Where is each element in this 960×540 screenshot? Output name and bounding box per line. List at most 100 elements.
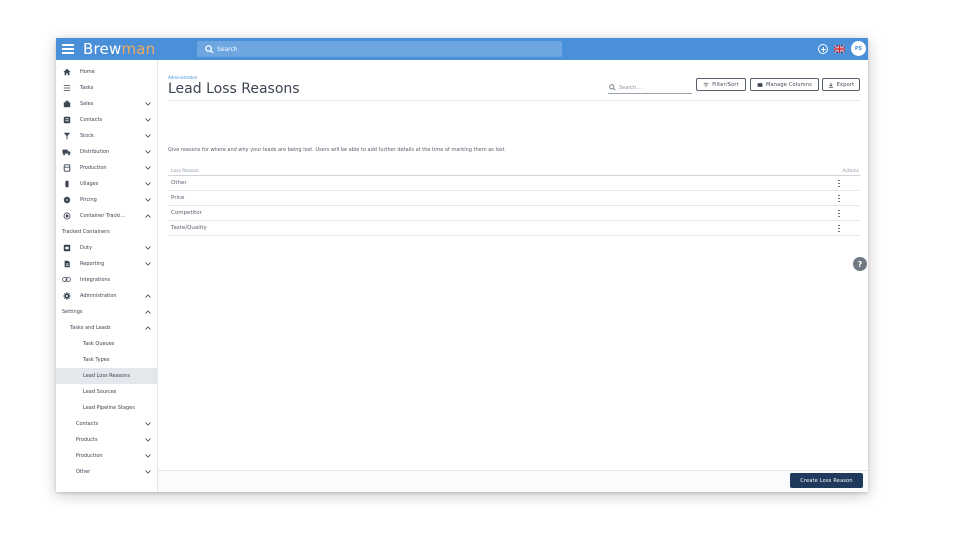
sidebar-item-administration[interactable]: Administration	[56, 288, 157, 304]
manage-columns-label: Manage Columns	[765, 81, 812, 88]
chevron-down-icon	[145, 117, 151, 122]
filter-icon	[703, 82, 709, 87]
sidebar-item-label: Other	[76, 468, 91, 475]
create-loss-reason-button[interactable]: Create Loss Reason	[790, 473, 863, 488]
manage-columns-button[interactable]: Manage Columns	[750, 78, 819, 91]
loss-reasons-table: Loss Reason Actions Other Price Competit…	[168, 166, 860, 236]
table-header: Loss Reason Actions	[168, 166, 860, 176]
truck-icon	[62, 147, 71, 156]
sidebar: Home Tasks Sales Contacts Stock Distribu…	[56, 60, 158, 492]
global-search-input[interactable]	[217, 45, 517, 53]
sidebar-item-settings[interactable]: Settings	[56, 304, 157, 320]
sidebar-item-lead-sources[interactable]: Lead Sources	[56, 384, 157, 400]
sidebar-item-label: Distribution	[80, 148, 110, 155]
help-icon[interactable]: ?	[853, 257, 867, 271]
sidebar-item-stock[interactable]: Stock	[56, 128, 157, 144]
sidebar-item-label: Lead Loss Reasons	[83, 372, 130, 379]
sidebar-item-settings-products[interactable]: Products	[56, 432, 157, 448]
table-search-input[interactable]	[619, 84, 689, 91]
sidebar-item-settings-other[interactable]: Other	[56, 464, 157, 480]
app-window: Brewman PS Home Tasks Sales	[56, 38, 868, 492]
sidebar-item-label: Tasks and Leads	[70, 324, 111, 331]
sidebar-item-tasks[interactable]: Tasks	[56, 80, 157, 96]
sidebar-item-home[interactable]: Home	[56, 64, 157, 80]
chevron-down-icon	[145, 165, 151, 170]
sidebar-item-container-tracking[interactable]: Container Tracki...	[56, 208, 157, 224]
contacts-icon	[62, 115, 71, 124]
loss-reason-cell: Other	[171, 180, 187, 186]
sidebar-item-label: Production	[80, 164, 107, 171]
sidebar-item-sales[interactable]: Sales	[56, 96, 157, 112]
sidebar-item-label: Lead Pipeline Stages	[83, 404, 135, 411]
sidebar-item-task-types[interactable]: Task Types	[56, 352, 157, 368]
sidebar-item-label: Products	[76, 436, 98, 443]
ullages-icon	[62, 179, 71, 188]
export-button[interactable]: Export	[822, 78, 860, 91]
table-row[interactable]: Price	[168, 191, 860, 206]
table-search[interactable]	[608, 82, 692, 94]
chevron-down-icon	[145, 421, 151, 426]
sidebar-item-pricing[interactable]: Pricing	[56, 192, 157, 208]
sidebar-item-label: Settings	[62, 308, 83, 315]
title-divider	[168, 100, 860, 101]
kebab-menu-icon[interactable]	[837, 224, 841, 233]
add-circle-icon[interactable]	[818, 44, 828, 54]
sidebar-item-lead-loss-reasons[interactable]: Lead Loss Reasons	[56, 368, 157, 384]
home-icon	[62, 67, 71, 76]
chevron-down-icon	[145, 245, 151, 250]
sidebar-item-contacts[interactable]: Contacts	[56, 112, 157, 128]
page-title: Lead Loss Reasons	[168, 81, 300, 97]
sidebar-item-label: Tracked Containers	[62, 228, 110, 235]
sidebar-item-production[interactable]: Production	[56, 160, 157, 176]
footer-bar	[158, 470, 868, 492]
kebab-menu-icon[interactable]	[837, 209, 841, 218]
column-header-loss-reason[interactable]: Loss Reason	[171, 169, 199, 174]
filter-sort-button[interactable]: Filter/Sort	[696, 78, 746, 91]
sidebar-item-task-queues[interactable]: Task Queues	[56, 336, 157, 352]
kebab-menu-icon[interactable]	[837, 179, 841, 188]
table-row[interactable]: Taste/Quality	[168, 221, 860, 236]
sidebar-item-reporting[interactable]: Reporting	[56, 256, 157, 272]
chevron-down-icon	[145, 437, 151, 442]
sidebar-item-label: Lead Sources	[83, 388, 117, 395]
sidebar-item-settings-production[interactable]: Production	[56, 448, 157, 464]
sidebar-item-duty[interactable]: Duty	[56, 240, 157, 256]
sidebar-item-integrations[interactable]: Integrations	[56, 272, 157, 288]
sidebar-item-tracked-containers[interactable]: Tracked Containers	[56, 224, 157, 240]
sidebar-item-label: Stock	[80, 132, 94, 139]
top-bar: Brewman PS	[56, 38, 868, 60]
global-search[interactable]	[197, 41, 562, 57]
download-icon	[828, 82, 833, 88]
sidebar-item-ullages[interactable]: Ullages	[56, 176, 157, 192]
sidebar-item-label: Sales	[80, 100, 94, 107]
sidebar-item-label: Contacts	[80, 116, 103, 123]
main-content: Administration Lead Loss Reasons Filter/…	[158, 60, 868, 492]
breadcrumb[interactable]: Administration	[168, 75, 197, 80]
table-row[interactable]: Other	[168, 176, 860, 191]
chevron-down-icon	[145, 149, 151, 154]
sales-icon	[62, 99, 71, 108]
table-row[interactable]: Competitor	[168, 206, 860, 221]
uk-flag-icon[interactable]	[834, 45, 845, 53]
reporting-icon	[62, 259, 71, 268]
search-icon	[609, 84, 616, 91]
filter-sort-label: Filter/Sort	[712, 81, 739, 88]
user-avatar[interactable]: PS	[851, 41, 866, 56]
sidebar-item-tasks-and-leads[interactable]: Tasks and Leads	[56, 320, 157, 336]
loss-reason-cell: Price	[171, 195, 185, 201]
kebab-menu-icon[interactable]	[837, 194, 841, 203]
sidebar-item-label: Pricing	[80, 196, 97, 203]
sidebar-item-lead-pipeline-stages[interactable]: Lead Pipeline Stages	[56, 400, 157, 416]
pricing-icon	[62, 195, 71, 204]
chevron-down-icon	[145, 101, 151, 106]
gear-icon	[62, 291, 71, 300]
sidebar-item-distribution[interactable]: Distribution	[56, 144, 157, 160]
menu-icon[interactable]	[62, 42, 74, 56]
chevron-down-icon	[145, 453, 151, 458]
sidebar-item-label: Task Types	[83, 356, 110, 363]
search-icon	[205, 44, 214, 54]
sidebar-item-settings-contacts[interactable]: Contacts	[56, 416, 157, 432]
brand-logo[interactable]: Brewman	[83, 40, 155, 58]
link-icon	[62, 275, 71, 284]
column-header-actions: Actions	[842, 169, 859, 174]
